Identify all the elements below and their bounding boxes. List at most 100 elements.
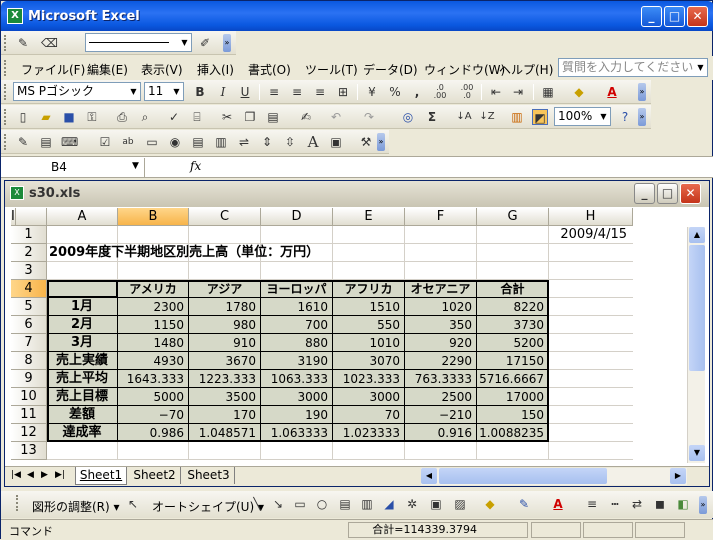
table-cell[interactable]: 3000 bbox=[261, 388, 329, 406]
fill-color-icon[interactable]: ◆ bbox=[571, 84, 587, 100]
table-cell[interactable]: 0.916 bbox=[405, 424, 473, 442]
vertical-textbox-icon[interactable]: ▥ bbox=[359, 496, 375, 512]
column-header-c[interactable]: C bbox=[189, 208, 261, 226]
draw-line-color-icon[interactable]: ✎ bbox=[516, 496, 532, 512]
column-label-2[interactable]: アジア bbox=[189, 280, 260, 298]
permission-icon[interactable]: ⚿ bbox=[84, 109, 100, 125]
menu-data[interactable]: データ(D) bbox=[363, 61, 418, 78]
scroll-up-arrow-icon[interactable]: ▲ bbox=[689, 227, 705, 243]
toolbar-grip[interactable] bbox=[4, 35, 7, 51]
menu-insert[interactable]: 挿入(I) bbox=[197, 61, 234, 78]
last-sheet-icon[interactable]: ▶| bbox=[55, 470, 65, 480]
toolbar-options-chevron[interactable]: » bbox=[699, 496, 707, 514]
column-label-1[interactable]: アメリカ bbox=[118, 280, 188, 298]
table-cell[interactable]: 350 bbox=[405, 316, 473, 334]
sort-descending-icon[interactable]: ↓Z bbox=[479, 109, 495, 125]
table-cell[interactable]: 1610 bbox=[261, 298, 329, 316]
table-cell[interactable]: 550 bbox=[333, 316, 401, 334]
row-header-8[interactable]: 8 bbox=[11, 352, 47, 370]
row-header-10[interactable]: 10 bbox=[11, 388, 47, 406]
table-cell[interactable]: 763.3333 bbox=[405, 370, 473, 388]
select-all-corner[interactable] bbox=[11, 208, 47, 226]
toolbar-options-chevron[interactable]: » bbox=[377, 133, 385, 151]
table-cell[interactable]: 1510 bbox=[333, 298, 401, 316]
toolbar-options-chevron[interactable]: » bbox=[638, 83, 646, 101]
tab-sheet3[interactable]: Sheet3 bbox=[183, 467, 235, 484]
scrollbar-control-icon[interactable]: ⇳ bbox=[282, 134, 298, 150]
zoom-combo[interactable]: 100% ▼ bbox=[554, 107, 611, 126]
toggle-button-icon[interactable]: ⇌ bbox=[236, 134, 252, 150]
table-cell[interactable]: 3070 bbox=[333, 352, 401, 370]
first-sheet-icon[interactable]: |◀ bbox=[11, 470, 21, 480]
table-cell[interactable]: 1063.333 bbox=[261, 370, 329, 388]
insert-function-button[interactable]: fx bbox=[190, 159, 201, 173]
scroll-left-arrow-icon[interactable]: ◀ bbox=[421, 468, 437, 484]
table-cell[interactable]: 1.023333 bbox=[333, 424, 401, 442]
textbox-control-icon[interactable]: ab bbox=[120, 134, 136, 150]
row-header-4[interactable]: 4 bbox=[11, 280, 47, 298]
row-label[interactable]: 1月 bbox=[47, 298, 117, 316]
table-cell[interactable]: 2300 bbox=[118, 298, 185, 316]
tab-sheet2[interactable]: Sheet2 bbox=[129, 467, 181, 484]
row-label[interactable]: 2月 bbox=[47, 316, 117, 334]
merge-center-icon[interactable]: ⊞ bbox=[335, 84, 351, 100]
draw-font-color-icon[interactable]: A bbox=[550, 496, 566, 512]
table-cell[interactable]: 0.986 bbox=[118, 424, 185, 442]
menu-tools[interactable]: ツール(T) bbox=[305, 61, 358, 78]
drawing-toggle-icon[interactable]: ◩ bbox=[532, 109, 548, 125]
row-header-6[interactable]: 6 bbox=[11, 316, 47, 334]
minimize-button[interactable]: _ bbox=[641, 6, 662, 27]
underline-button[interactable]: U bbox=[237, 84, 253, 100]
undo-icon[interactable]: ↶ bbox=[328, 109, 344, 125]
column-header-i[interactable]: I bbox=[11, 208, 16, 226]
properties-icon[interactable]: ▤ bbox=[38, 134, 54, 150]
table-cell[interactable]: 2500 bbox=[405, 388, 473, 406]
line-style-icon[interactable]: ≡ bbox=[584, 496, 600, 512]
vertical-scrollbar[interactable]: ▲ ▼ bbox=[687, 227, 705, 463]
menu-window[interactable]: ウィンドウ(W) bbox=[424, 61, 505, 78]
hyperlink-icon[interactable]: ◎ bbox=[400, 109, 416, 125]
table-cell[interactable]: 17000 bbox=[477, 388, 545, 406]
row-label[interactable]: 差額 bbox=[47, 406, 117, 424]
name-box[interactable]: B4 bbox=[1, 158, 145, 177]
diagram-icon[interactable]: ✲ bbox=[404, 496, 420, 512]
table-cell[interactable]: 1.0088235 bbox=[477, 424, 545, 442]
row-header-12[interactable]: 12 bbox=[11, 424, 47, 442]
pen-color-icon[interactable]: ✐ bbox=[197, 35, 213, 51]
vertical-scroll-thumb[interactable] bbox=[689, 245, 705, 371]
shadow-icon[interactable]: ◼ bbox=[652, 496, 668, 512]
wb-minimize-button[interactable]: _ bbox=[634, 183, 655, 204]
more-controls-icon[interactable]: ⚒ bbox=[358, 134, 374, 150]
draw-adjust-menu[interactable]: 図形の調整(R) ▾ bbox=[32, 498, 120, 515]
wb-restore-button[interactable]: □ bbox=[657, 183, 678, 204]
table-cell[interactable]: 4930 bbox=[118, 352, 185, 370]
column-label-4[interactable]: アフリカ bbox=[333, 280, 404, 298]
column-label-3[interactable]: ヨーロッパ bbox=[261, 280, 332, 298]
row-header-7[interactable]: 7 bbox=[11, 334, 47, 352]
toolbar-options-chevron[interactable]: » bbox=[223, 34, 231, 52]
dash-style-icon[interactable]: ┅ bbox=[607, 496, 623, 512]
table-cell[interactable]: 980 bbox=[189, 316, 257, 334]
row-header-3[interactable]: 3 bbox=[11, 262, 47, 280]
row-header-2[interactable]: 2 bbox=[11, 244, 47, 262]
font-size-combo[interactable]: 11 ▼ bbox=[144, 82, 184, 101]
table-cell[interactable]: 2290 bbox=[405, 352, 473, 370]
table-cell[interactable]: 1020 bbox=[405, 298, 473, 316]
arrow-style-icon[interactable]: ⇄ bbox=[629, 496, 645, 512]
autosum-button[interactable]: Σ bbox=[424, 109, 440, 125]
decrease-decimal-button[interactable]: .00 .0 bbox=[456, 84, 478, 100]
column-header-g[interactable]: G bbox=[477, 208, 549, 226]
autoshape-menu[interactable]: オートシェイプ(U) ▾ bbox=[152, 498, 264, 515]
textbox-icon[interactable]: ▤ bbox=[337, 496, 353, 512]
cell-h1-date[interactable]: 2009/4/15 bbox=[549, 226, 629, 244]
column-header-f[interactable]: F bbox=[405, 208, 477, 226]
redo-icon[interactable]: ↷ bbox=[361, 109, 377, 125]
column-header-b[interactable]: B bbox=[118, 208, 189, 226]
formula-input[interactable] bbox=[211, 158, 711, 177]
select-objects-icon[interactable]: ↖ bbox=[125, 496, 141, 512]
name-box-dropdown-icon[interactable]: ▼ bbox=[132, 161, 139, 171]
table-cell[interactable]: 3190 bbox=[261, 352, 329, 370]
print-preview-icon[interactable]: ⌕ bbox=[137, 109, 153, 125]
open-folder-icon[interactable]: ▰ bbox=[38, 109, 54, 125]
font-name-combo[interactable]: MS Pゴシック ▼ bbox=[13, 82, 141, 101]
